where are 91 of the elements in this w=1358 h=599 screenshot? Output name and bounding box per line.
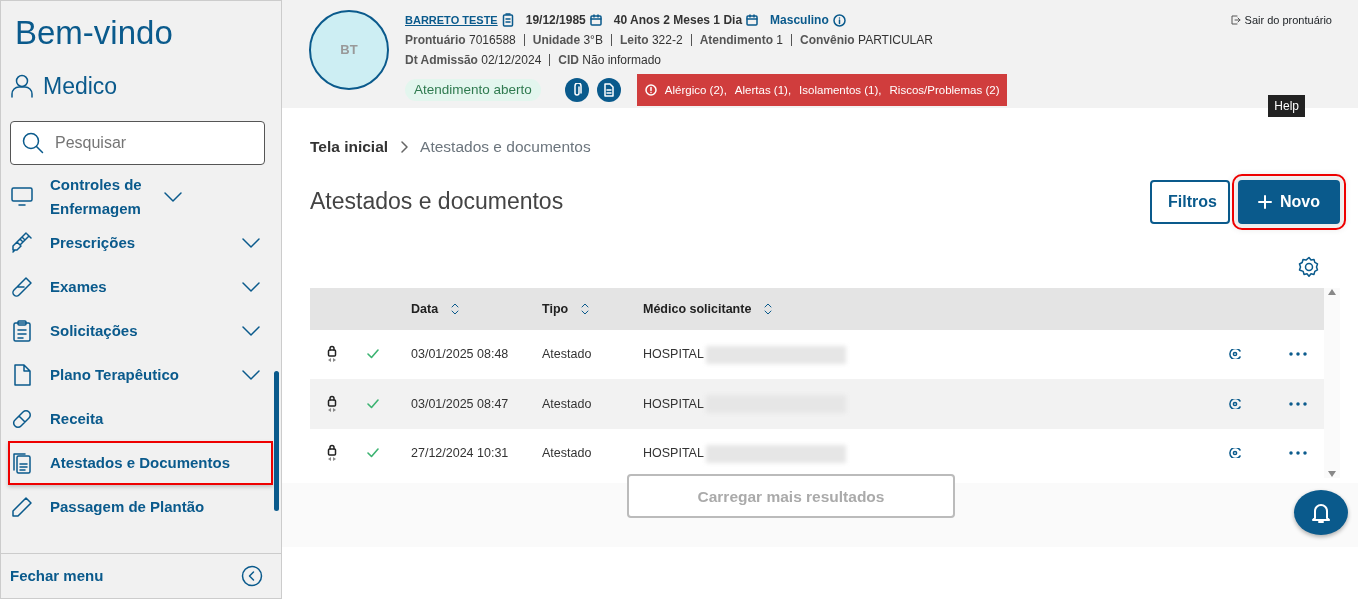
filter-button[interactable]: Filtros <box>1150 180 1230 225</box>
pencil-icon <box>11 496 33 519</box>
patient-name-link[interactable]: BARRETO TESTE <box>405 10 498 30</box>
info-field: Dt Admissão 02/12/2024 <box>405 50 542 70</box>
tooltip: Help <box>1268 95 1305 117</box>
column-header[interactable]: Tipo <box>541 288 642 330</box>
close-menu-link[interactable]: Fechar menu <box>10 564 104 588</box>
table-cell: 03/01/2025 08:47 <box>410 379 541 429</box>
table-cell: Atestado <box>541 379 642 429</box>
chevron-right-icon <box>400 140 409 153</box>
clipboard-icon <box>11 320 33 343</box>
expand-arrows-icon <box>327 456 337 463</box>
more-icon[interactable] <box>1289 401 1307 406</box>
expand-arrows-icon <box>327 357 337 364</box>
logout-icon <box>1230 15 1241 26</box>
settings-icon[interactable] <box>1298 256 1320 279</box>
document-icon <box>11 364 33 387</box>
welcome-title: Bem-vindo <box>15 13 174 53</box>
table-cell: Atestado <box>541 329 642 380</box>
menu-item[interactable]: Receita <box>1 397 281 442</box>
scroll-up-icon <box>1327 288 1337 297</box>
monitor-icon <box>11 186 33 209</box>
column-header[interactable]: Data <box>410 288 541 330</box>
clipboard-icon <box>501 13 514 27</box>
syringe-icon <box>11 232 33 255</box>
scrollbar[interactable] <box>1324 288 1340 479</box>
sort-icon <box>449 302 460 317</box>
patient-avatar: BT <box>309 10 389 90</box>
expand-arrows-icon <box>327 406 337 413</box>
calendar-icon <box>589 14 602 26</box>
menu-item[interactable]: Solicitações <box>1 309 281 354</box>
info-field: Unidade 3°B <box>532 30 603 50</box>
patient-sex: Masculino <box>770 12 829 29</box>
info-field: Atendimento 1 <box>699 30 783 50</box>
menu-item[interactable]: Exames <box>1 265 281 310</box>
view-icon[interactable] <box>1229 448 1241 459</box>
menu-item[interactable]: Atestados e Documentos <box>8 441 273 486</box>
scrollbar-thumb[interactable] <box>274 371 279 511</box>
calendar-icon <box>746 14 759 26</box>
more-icon[interactable] <box>1289 451 1307 456</box>
table-cell: HOSPITAL <box>643 396 704 411</box>
menu-item[interactable]: Prescrições <box>1 221 281 266</box>
lock-icon <box>327 345 337 358</box>
menu-item[interactable]: Passagem de Plantão <box>1 485 281 530</box>
table-cell: 03/01/2025 08:48 <box>410 329 541 380</box>
collapse-icon[interactable] <box>241 565 263 587</box>
documents-icon <box>11 452 33 475</box>
plus-icon <box>1258 195 1272 210</box>
status-badge: Atendimento aberto <box>405 79 541 101</box>
column-header[interactable]: Médico solicitante <box>642 288 1202 330</box>
alert-label: Alertas (1), <box>734 83 792 98</box>
user-name: Medico <box>43 71 118 101</box>
table-cell: HOSPITAL <box>643 347 704 362</box>
sort-icon <box>579 302 590 317</box>
patient-age: 40 Anos 2 Meses 1 Dia <box>613 12 743 29</box>
info-field: CID Não informado <box>558 50 662 70</box>
info-field: Prontuário 7016588 <box>405 30 516 50</box>
exit-link[interactable]: Sair do prontuário <box>1230 12 1332 29</box>
info-field: Convênio PARTICULAR <box>800 30 933 50</box>
document-icon <box>602 83 615 97</box>
info-icon <box>832 13 846 27</box>
scroll-down-icon <box>1327 470 1337 479</box>
table-cell: 27/12/2024 10:31 <box>410 428 541 479</box>
document-button[interactable] <box>596 78 621 102</box>
page-title: Atestados e documentos <box>310 188 565 217</box>
notification-button[interactable] <box>1294 490 1348 536</box>
alert-label: Isolamentos (1), <box>799 83 882 98</box>
alert-label: Riscos/Problemas (2) <box>889 83 1000 98</box>
pill-icon <box>11 408 33 431</box>
test-tube-icon <box>11 276 33 299</box>
user-icon <box>11 73 33 98</box>
alert-label: Alérgico (2), <box>664 83 727 98</box>
lock-icon <box>327 394 337 407</box>
view-icon[interactable] <box>1229 349 1241 360</box>
table-cell: HOSPITAL <box>643 446 704 461</box>
info-field: Leito 322-2 <box>619 30 683 50</box>
alerts-bar[interactable]: Alérgico (2), Alertas (1), Isolamentos (1), Riscos/Problemas (2) <box>636 74 1008 106</box>
lock-icon <box>327 444 337 457</box>
attachment-button[interactable] <box>564 78 589 102</box>
breadcrumb-link[interactable]: Tela inicial <box>310 135 389 159</box>
more-icon[interactable] <box>1289 352 1307 357</box>
search-field[interactable]: Pesquisar <box>10 121 265 166</box>
search-icon <box>22 132 44 155</box>
alert-icon <box>644 84 657 96</box>
breadcrumb-current: Atestados e documentos <box>420 137 591 157</box>
menu-item[interactable]: Plano Terapêutico <box>1 353 281 398</box>
birth-date: 19/12/1985 <box>525 12 586 29</box>
menu-item[interactable]: Controles de Enfermagem <box>1 173 281 222</box>
sort-icon <box>762 302 773 317</box>
bell-icon <box>1311 501 1331 524</box>
view-icon[interactable] <box>1229 398 1241 409</box>
